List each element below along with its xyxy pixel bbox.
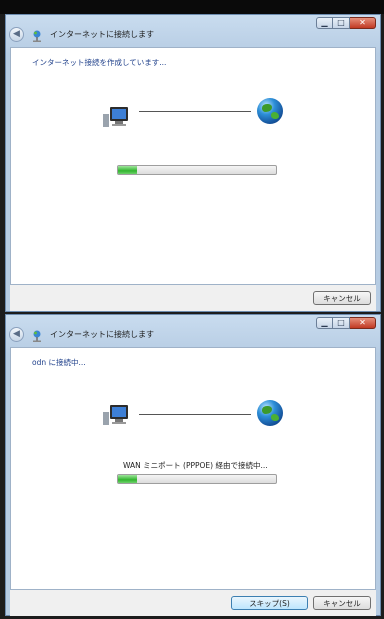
connection-line xyxy=(139,414,251,415)
wizard-content: odn に接続中... WAN ミニポート (PPPOE) 経由で接続中... xyxy=(10,347,376,590)
window-title: インターネットに接続します xyxy=(50,330,154,339)
status-text: インターネット接続を作成しています... xyxy=(32,58,167,67)
cancel-button[interactable]: キャンセル xyxy=(313,291,371,305)
progress-fill xyxy=(118,166,137,174)
progress-fill xyxy=(118,475,137,483)
connection-line xyxy=(139,111,251,112)
maximize-icon[interactable]: □ xyxy=(333,317,350,329)
computer-icon xyxy=(101,106,131,128)
title-bar: ◀ インターネットに接続します xyxy=(9,27,154,42)
status-text: odn に接続中... xyxy=(32,358,86,367)
connect-window-2: ▁ □ ✕ ◀ インターネットに接続します odn に接続中... WAN ミニ… xyxy=(5,314,381,616)
window-controls: ▁ □ ✕ xyxy=(316,317,376,329)
back-arrow-icon[interactable]: ◀ xyxy=(9,27,24,42)
connect-window-1: ▁ □ ✕ ◀ インターネットに接続します インターネット接続を作成しています.… xyxy=(5,14,381,312)
cancel-button[interactable]: キャンセル xyxy=(313,596,371,610)
progress-bar xyxy=(117,474,277,484)
maximize-icon[interactable]: □ xyxy=(333,17,350,29)
network-connection-icon xyxy=(30,28,44,42)
computer-icon xyxy=(101,404,131,426)
network-connection-icon xyxy=(30,328,44,342)
globe-icon xyxy=(257,400,283,426)
minimize-icon[interactable]: ▁ xyxy=(316,317,333,329)
button-bar: キャンセル xyxy=(10,285,376,311)
back-arrow-icon[interactable]: ◀ xyxy=(9,327,24,342)
title-bar: ◀ インターネットに接続します xyxy=(9,327,154,342)
globe-icon xyxy=(257,98,283,124)
minimize-icon[interactable]: ▁ xyxy=(316,17,333,29)
skip-button[interactable]: スキップ(S) xyxy=(231,596,308,610)
substatus-text: WAN ミニポート (PPPOE) 経由で接続中... xyxy=(123,461,268,470)
window-controls: ▁ □ ✕ xyxy=(316,17,376,29)
top-strip xyxy=(0,0,384,14)
close-icon[interactable]: ✕ xyxy=(350,317,376,329)
close-icon[interactable]: ✕ xyxy=(350,17,376,29)
wizard-content: インターネット接続を作成しています... xyxy=(10,47,376,285)
window-title: インターネットに接続します xyxy=(50,30,154,39)
button-bar: スキップ(S) キャンセル xyxy=(10,590,376,616)
progress-bar xyxy=(117,165,277,175)
